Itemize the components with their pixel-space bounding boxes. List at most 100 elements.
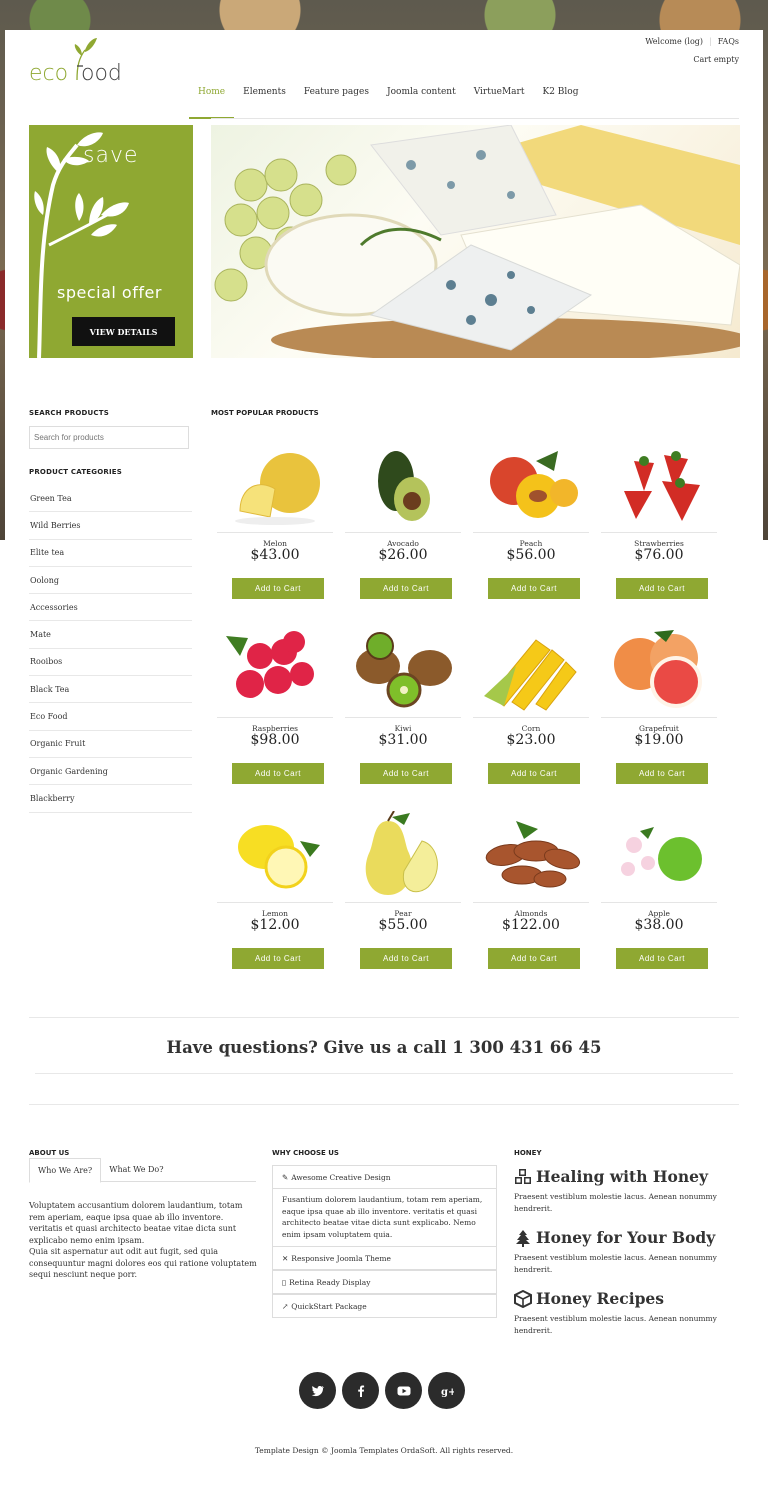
twitter-button[interactable] — [299, 1372, 336, 1409]
category-item[interactable]: Green Tea — [29, 485, 192, 513]
nav-elements[interactable]: Elements — [234, 79, 295, 119]
accordion-label: QuickStart Package — [291, 1301, 367, 1311]
product-card: Strawberries $76.00 Add to Cart — [601, 438, 717, 610]
nav-k2-blog[interactable]: K2 Blog — [533, 79, 587, 119]
strawberries-image[interactable] — [601, 438, 717, 531]
pear-image[interactable] — [345, 808, 461, 901]
category-item[interactable]: Oolong — [29, 567, 192, 595]
add-to-cart-button[interactable]: Add to Cart — [616, 948, 708, 969]
add-to-cart-button[interactable]: Add to Cart — [360, 948, 452, 969]
copyright: Template Design © Joomla Templates OrdaS… — [254, 1446, 514, 1455]
honey-heading[interactable]: Healing with Honey — [536, 1167, 708, 1186]
grapefruit-image[interactable] — [601, 623, 717, 716]
faqs-link[interactable]: FAQs — [718, 37, 739, 46]
resize-icon: ✕ — [282, 1253, 289, 1263]
product-price: $55.00 — [378, 917, 428, 933]
category-item[interactable]: Eco Food — [29, 703, 192, 731]
honey-heading[interactable]: Honey for Your Body — [536, 1228, 715, 1247]
category-item[interactable]: Blackberry — [29, 785, 192, 813]
category-item[interactable]: Black Tea — [29, 676, 192, 704]
product-categories-title: PRODUCT CATEGORIES — [29, 468, 122, 476]
melon-image[interactable] — [217, 438, 333, 531]
logo[interactable]: eco ood — [29, 36, 141, 86]
nav-joomla-content[interactable]: Joomla content — [378, 79, 465, 119]
cart-status[interactable]: Cart empty — [693, 55, 739, 64]
nav-feature-pages[interactable]: Feature pages — [295, 79, 378, 119]
welcome-link[interactable]: Welcome (log) — [645, 37, 703, 46]
facebook-icon — [357, 1385, 364, 1397]
category-item[interactable]: Mate — [29, 621, 192, 649]
product-price: $19.00 — [634, 732, 684, 748]
tab-who-we-are[interactable]: Who We Are? — [29, 1158, 102, 1183]
category-list: Green Tea Wild Berries Elite tea Oolong … — [29, 485, 192, 813]
accordion-header[interactable]: ↗ QuickStart Package — [273, 1295, 496, 1317]
google-plus-button[interactable]: g+ — [428, 1372, 465, 1409]
tab-what-we-do[interactable]: What We Do? — [101, 1158, 171, 1181]
category-item[interactable]: Rooibos — [29, 649, 192, 677]
view-details-button[interactable]: VIEW DETAILS — [72, 317, 175, 346]
nav-virtuemart[interactable]: VirtueMart — [465, 79, 534, 119]
card-divider — [473, 717, 589, 718]
search-products-title: SEARCH PRODUCTS — [29, 409, 109, 417]
category-item[interactable]: Wild Berries — [29, 512, 192, 540]
category-item[interactable]: Organic Fruit — [29, 731, 192, 758]
corn-image[interactable] — [473, 623, 589, 716]
product-price: $43.00 — [250, 547, 300, 563]
search-products-input[interactable] — [29, 426, 189, 449]
product-card: Corn $23.00 Add to Cart — [473, 623, 589, 795]
tree-icon — [516, 1229, 530, 1247]
external-link-icon: ↗ — [282, 1301, 289, 1311]
accordion-item: ✕ Responsive Joomla Theme — [272, 1246, 497, 1270]
about-us-title: ABOUT US — [29, 1149, 70, 1157]
divider — [29, 1017, 739, 1018]
product-price: $56.00 — [506, 547, 556, 563]
add-to-cart-button[interactable]: Add to Cart — [616, 578, 708, 599]
apple-image[interactable] — [601, 808, 717, 901]
cube-icon — [514, 1289, 532, 1308]
honey-heading[interactable]: Honey Recipes — [536, 1289, 664, 1308]
youtube-button[interactable] — [385, 1372, 422, 1409]
avocado-image[interactable] — [345, 438, 461, 531]
add-to-cart-button[interactable]: Add to Cart — [232, 948, 324, 969]
category-item[interactable]: Elite tea — [29, 540, 192, 567]
call-banner: Have questions? Give us a call 1 300 431… — [166, 1038, 602, 1057]
product-price: $31.00 — [378, 732, 428, 748]
cubes-icon — [515, 1168, 531, 1184]
accordion-header[interactable]: ✎ Awesome Creative Design — [273, 1166, 496, 1188]
promo-subtitle: special offer — [57, 283, 162, 302]
nav-home[interactable]: Home — [189, 79, 235, 119]
category-item[interactable]: Organic Gardening — [29, 758, 192, 786]
category-item[interactable]: Accessories — [29, 594, 192, 622]
accordion-header[interactable]: ✕ Responsive Joomla Theme — [273, 1247, 496, 1269]
edit-icon: ✎ — [282, 1172, 289, 1182]
special-offer-banner: save special offer VIEW DETAILS — [29, 125, 193, 358]
facebook-button[interactable] — [342, 1372, 379, 1409]
lemon-image[interactable] — [217, 808, 333, 901]
page: eco ood Welcome (log) | FAQs Cart empty … — [5, 30, 763, 1507]
add-to-cart-button[interactable]: Add to Cart — [488, 948, 580, 969]
most-popular-title: MOST POPULAR PRODUCTS — [211, 409, 319, 417]
card-divider — [601, 717, 717, 718]
top-links: Welcome (log) | FAQs — [645, 37, 739, 46]
card-divider — [217, 902, 333, 903]
almonds-image[interactable] — [473, 808, 589, 901]
accordion-item: ▯ Retina Ready Display — [272, 1270, 497, 1294]
add-to-cart-button[interactable]: Add to Cart — [360, 763, 452, 784]
peach-image[interactable] — [473, 438, 589, 531]
add-to-cart-button[interactable]: Add to Cart — [616, 763, 708, 784]
promo-title: save — [83, 143, 139, 168]
raspberries-image[interactable] — [217, 623, 333, 716]
honey-feature: Honey for Your Body Praesent vestiblum m… — [514, 1228, 734, 1276]
add-to-cart-button[interactable]: Add to Cart — [232, 763, 324, 784]
add-to-cart-button[interactable]: Add to Cart — [360, 578, 452, 599]
main-nav: Home Elements Feature pages Joomla conte… — [189, 79, 587, 119]
accordion-item: ↗ QuickStart Package — [272, 1294, 497, 1318]
honey-text: Praesent vestiblum molestie lacus. Aenea… — [514, 1314, 717, 1335]
add-to-cart-button[interactable]: Add to Cart — [488, 763, 580, 784]
accordion-header[interactable]: ▯ Retina Ready Display — [273, 1271, 496, 1293]
twitter-icon — [311, 1385, 324, 1396]
add-to-cart-button[interactable]: Add to Cart — [488, 578, 580, 599]
card-divider — [345, 532, 461, 533]
kiwi-image[interactable] — [345, 623, 461, 716]
add-to-cart-button[interactable]: Add to Cart — [232, 578, 324, 599]
